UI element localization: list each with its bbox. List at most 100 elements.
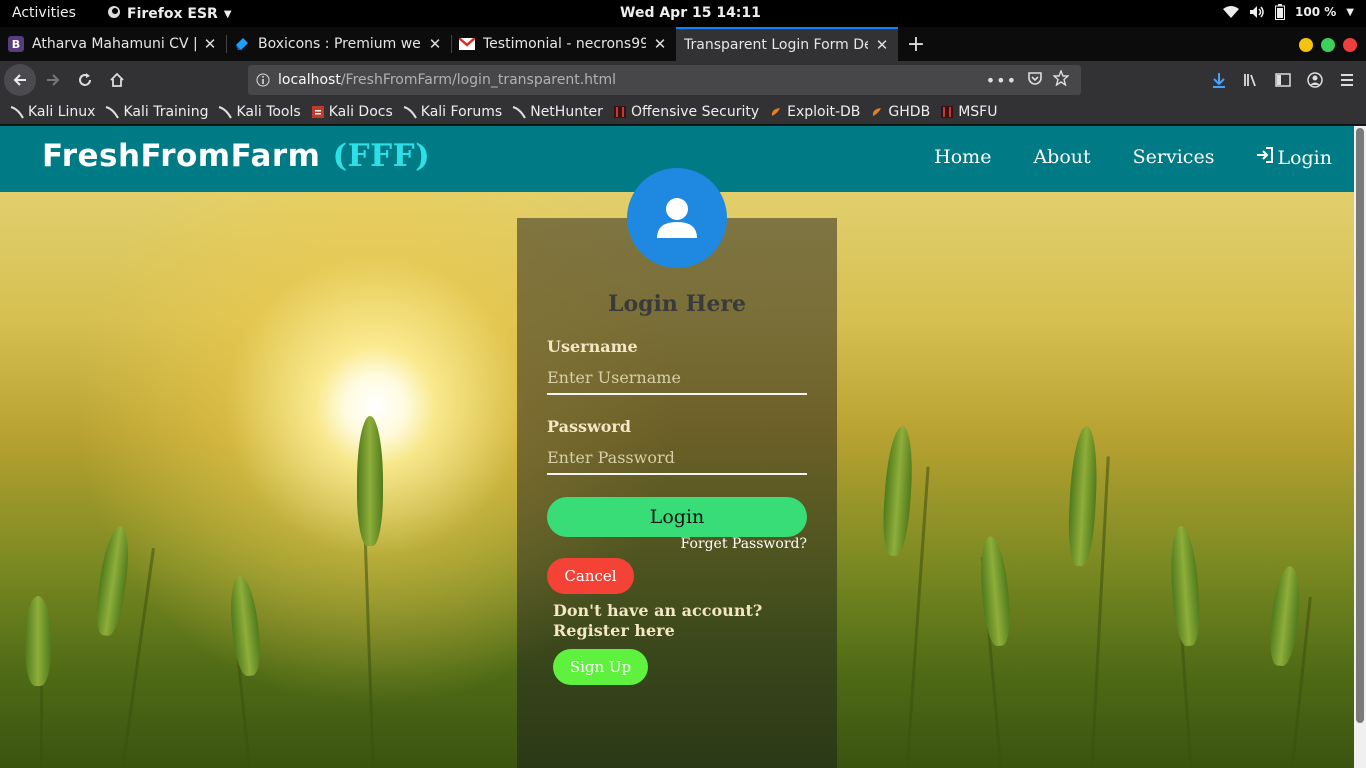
username-label: Username [547, 337, 638, 356]
cancel-button[interactable]: Cancel [547, 558, 634, 594]
site-brand[interactable]: FreshFromFarm (FFF) [42, 138, 430, 174]
register-here-text: Register here [553, 621, 675, 640]
offsec-icon [613, 105, 627, 119]
library-icon[interactable] [1240, 69, 1262, 91]
bootstrap-icon: B [8, 36, 24, 52]
nav-link-services[interactable]: Services [1133, 146, 1215, 169]
back-button[interactable] [4, 64, 36, 96]
close-icon[interactable]: ✕ [427, 35, 443, 53]
boxicons-icon [234, 36, 250, 52]
bookmark-kali-linux[interactable]: Kali Linux [10, 104, 95, 120]
tab-atharva-cv[interactable]: B Atharva Mahamuni CV | F ✕ [0, 27, 226, 61]
sign-up-button[interactable]: Sign Up [553, 649, 648, 685]
bookmark-msfu[interactable]: MSFU [940, 104, 997, 120]
page-actions-icon[interactable]: ••• [986, 71, 1017, 90]
tab-title: Atharva Mahamuni CV | F [32, 36, 196, 52]
scrollbar-thumb[interactable] [1356, 128, 1364, 723]
register-prompt: Don't have an account? Register here [553, 601, 813, 641]
url-host: localhost [278, 72, 341, 88]
star-icon[interactable] [1052, 69, 1070, 90]
bookmark-offensive-security[interactable]: Offensive Security [613, 104, 759, 120]
bookmark-nethunter[interactable]: NetHunter [512, 104, 603, 120]
close-icon[interactable]: ✕ [874, 36, 890, 54]
offsec-icon [940, 105, 954, 119]
home-button[interactable] [101, 64, 133, 96]
gmail-icon [459, 36, 475, 52]
firefox-icon [107, 5, 121, 23]
nav-link-about[interactable]: About [1033, 146, 1090, 169]
minimize-button[interactable] [1299, 38, 1313, 52]
bookmark-kali-tools[interactable]: Kali Tools [218, 104, 301, 120]
url-path: /FreshFromFarm/login_transparent.html [340, 72, 617, 88]
battery-percent: 100 % [1295, 5, 1337, 19]
forward-button[interactable] [37, 64, 69, 96]
bookmark-label: GHDB [888, 103, 931, 120]
app-name: Firefox ESR [127, 6, 218, 22]
bookmarks-toolbar: Kali Linux Kali Training Kali Tools Kali… [0, 99, 1366, 125]
arrow-left-icon [13, 74, 26, 86]
chevron-down-icon: ▼ [1346, 6, 1354, 18]
tab-title: Testimonial - necrons99 [483, 36, 646, 52]
home-icon [110, 72, 124, 87]
new-tab-button[interactable]: + [903, 31, 929, 57]
nav-link-home[interactable]: Home [934, 146, 991, 169]
tab-transparent-login[interactable]: Transparent Login Form Des ✕ [676, 27, 898, 61]
bookmark-exploit-db[interactable]: Exploit-DB [769, 104, 860, 120]
kali-docs-icon [311, 105, 325, 119]
forget-password-link[interactable]: Forget Password? [647, 536, 807, 552]
username-input[interactable] [547, 361, 807, 395]
navigation-toolbar: localhost/FreshFromFarm/login_transparen… [0, 61, 1366, 99]
bookmark-label: Kali Training [123, 103, 209, 120]
wifi-icon [1223, 5, 1240, 19]
system-tray[interactable]: 100 % ▼ [1223, 4, 1354, 20]
close-icon[interactable]: ✕ [202, 35, 218, 53]
user-avatar [627, 168, 727, 268]
kali-icon [10, 105, 24, 119]
app-menu[interactable]: Firefox ESR ▼ [107, 5, 232, 23]
login-icon [1256, 146, 1274, 169]
sidebar-icon[interactable] [1272, 69, 1294, 91]
bookmark-label: Kali Linux [28, 103, 96, 120]
reload-button[interactable] [69, 64, 101, 96]
login-title: Login Here [608, 291, 746, 317]
battery-icon [1275, 4, 1286, 20]
bookmark-kali-forums[interactable]: Kali Forums [403, 104, 502, 120]
bookmark-label: Kali Docs [328, 103, 393, 120]
login-button[interactable]: Login [547, 497, 807, 537]
system-top-bar: Activities Firefox ESR ▼ Wed Apr 15 14:1… [0, 0, 1366, 27]
bookmark-ghdb[interactable]: GHDB [870, 104, 930, 120]
page-scrollbar[interactable] [1354, 126, 1366, 768]
maximize-button[interactable] [1321, 38, 1335, 52]
bookmark-label: MSFU [958, 103, 998, 120]
clock[interactable]: Wed Apr 15 14:11 [620, 5, 761, 21]
nav-login-label: Login [1277, 146, 1332, 169]
user-icon [657, 198, 697, 238]
tab-testimonial[interactable]: Testimonial - necrons99 ✕ [451, 27, 676, 61]
close-icon[interactable]: ✕ [652, 35, 668, 53]
bookmark-kali-docs[interactable]: Kali Docs [311, 104, 393, 120]
info-icon[interactable] [248, 73, 278, 87]
chevron-down-icon: ▼ [223, 8, 232, 20]
kali-icon [218, 105, 233, 119]
kali-icon [105, 105, 120, 119]
bookmark-label: Kali Forums [420, 103, 503, 120]
nav-link-login[interactable]: Login [1256, 146, 1332, 169]
account-icon[interactable] [1304, 69, 1326, 91]
bookmark-label: NetHunter [530, 103, 603, 120]
close-window-button[interactable] [1343, 38, 1357, 52]
password-input[interactable] [547, 441, 807, 475]
tab-title: Transparent Login Form Des [684, 37, 868, 53]
pocket-icon[interactable] [1027, 70, 1043, 90]
download-icon[interactable] [1208, 69, 1230, 91]
brand-abbr: (FFF) [332, 138, 431, 174]
activities-button[interactable]: Activities [12, 5, 76, 21]
page-viewport: FreshFromFarm (FFF) Home About Services L… [0, 126, 1354, 768]
plus-icon: + [906, 31, 926, 57]
bookmark-kali-training[interactable]: Kali Training [105, 104, 208, 120]
tab-boxicons[interactable]: Boxicons : Premium web ✕ [226, 27, 451, 61]
hamburger-menu-icon[interactable] [1336, 69, 1358, 91]
password-label: Password [547, 417, 632, 436]
url-bar[interactable]: localhost/FreshFromFarm/login_transparen… [248, 65, 1081, 95]
exploitdb-icon [870, 105, 884, 119]
url-text[interactable]: localhost/FreshFromFarm/login_transparen… [278, 72, 986, 88]
